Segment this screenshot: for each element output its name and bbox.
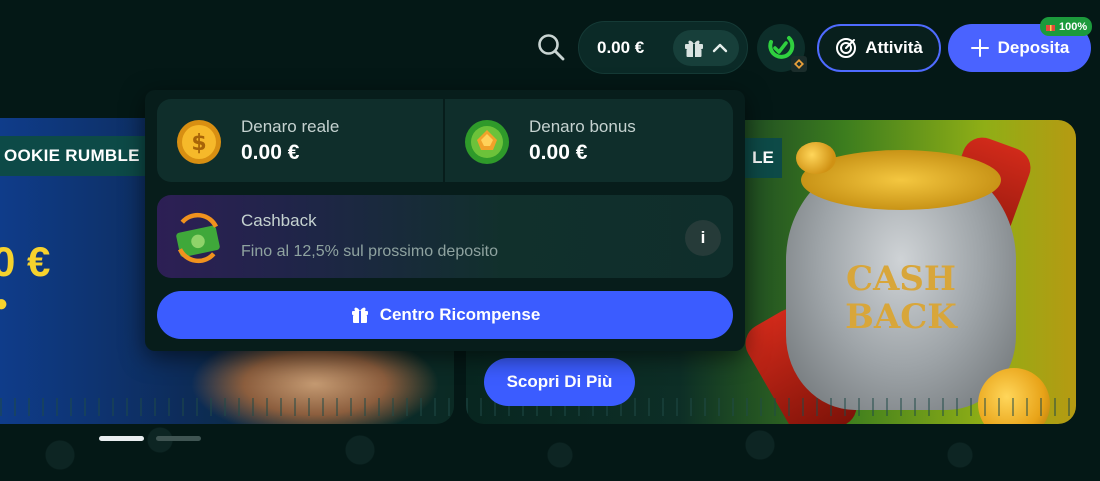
carousel-dot-2[interactable] bbox=[156, 436, 201, 441]
level-badge-icon bbox=[791, 56, 807, 72]
rewards-center-label: Centro Ricompense bbox=[379, 305, 541, 324]
carousel-dots bbox=[99, 436, 201, 441]
target-icon bbox=[836, 38, 857, 58]
discover-more-button[interactable]: Scopri Di Più bbox=[484, 358, 635, 406]
deposit-bonus-badge: 100% bbox=[1040, 17, 1093, 36]
bonus-money-label: Denaro bonus bbox=[529, 117, 636, 136]
cashback-card[interactable]: Cashback Fino al 12,5% sul prossimo depo… bbox=[157, 195, 733, 278]
rewards-center-button[interactable]: Centro Ricompense bbox=[157, 291, 733, 339]
real-money-label: Denaro reale bbox=[241, 117, 340, 136]
bonus-chip-icon bbox=[465, 120, 509, 164]
balance-pill[interactable]: 0.00 € bbox=[578, 21, 748, 74]
bonus-money-value: 0.00 € bbox=[529, 141, 588, 164]
promo-amount-fragment: ● bbox=[0, 290, 9, 317]
gift-icon bbox=[685, 40, 703, 57]
chevron-up-icon bbox=[712, 43, 728, 53]
level-progress-button[interactable] bbox=[757, 24, 807, 72]
balance-amount: 0.00 € bbox=[597, 37, 645, 57]
promo-amount: 0 € bbox=[0, 238, 51, 285]
cashback-art-text: CASH BACK bbox=[845, 259, 957, 337]
svg-text:$: $ bbox=[191, 131, 206, 156]
cashback-icon bbox=[176, 212, 220, 264]
wallet-toggle-button[interactable] bbox=[673, 30, 739, 66]
search-icon bbox=[538, 34, 565, 61]
promo-tag: OOKIE RUMBLE bbox=[0, 136, 150, 176]
promo-tag: LE bbox=[744, 138, 782, 178]
deposit-label: Deposita bbox=[997, 38, 1070, 57]
activity-label: Attività bbox=[865, 38, 923, 57]
plus-icon bbox=[970, 39, 989, 57]
search-button[interactable] bbox=[534, 30, 568, 64]
bonus-money-card: Denaro bonus 0.00 € bbox=[445, 99, 733, 182]
gift-icon bbox=[351, 307, 368, 323]
cashback-info-button[interactable]: i bbox=[685, 220, 721, 256]
coin-art bbox=[796, 142, 836, 174]
wallet-dropdown: $ Denaro reale 0.00 € Denaro bonus 0.00 … bbox=[145, 90, 745, 351]
info-icon: i bbox=[700, 228, 706, 247]
carousel-dot-1[interactable] bbox=[99, 436, 144, 441]
cashback-subtitle: Fino al 12,5% sul prossimo deposito bbox=[241, 243, 499, 260]
coin-icon: $ bbox=[177, 120, 221, 164]
real-money-card: $ Denaro reale 0.00 € bbox=[157, 99, 443, 182]
real-money-value: 0.00 € bbox=[241, 141, 300, 164]
cashback-title: Cashback bbox=[241, 211, 317, 230]
gift-icon bbox=[1046, 25, 1055, 31]
greek-pattern bbox=[0, 398, 454, 416]
activity-button[interactable]: Attività bbox=[817, 24, 941, 72]
